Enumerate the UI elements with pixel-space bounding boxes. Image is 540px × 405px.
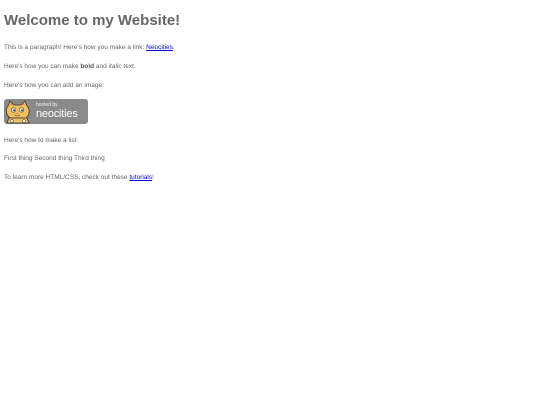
intro-paragraph: This is a paragraph! Here's how you make… (4, 44, 175, 52)
tutorials-end: ! (152, 174, 154, 181)
neocities-cat-icon (5, 100, 30, 124)
tutorials-link[interactable]: tutorials (129, 174, 152, 181)
neocities-link[interactable]: Neocities (146, 44, 173, 51)
bold-text: bold (80, 63, 95, 70)
list-heading-paragraph: Here's how to make a list: (4, 137, 79, 144)
italic-text: italic (108, 63, 122, 70)
list-item: Second thing (34, 155, 73, 162)
list-item: First thing (4, 155, 33, 162)
formatting-text-1: Here's how you can make (4, 63, 81, 70)
neocities-brand-text: neocities (36, 108, 78, 120)
intro-text: This is a paragraph! Here's how you make… (4, 44, 147, 51)
list: First thing Second thing Third thing (4, 155, 105, 163)
page-title: Welcome to my Website! (4, 12, 181, 29)
formatting-text-2: and (94, 63, 109, 70)
formatting-text-3: text. (121, 63, 136, 70)
image-paragraph: Here's how you can add an image: (4, 82, 104, 89)
hosted-by-neocities-image: hosted by neocities (4, 99, 88, 124)
intro-end: . (172, 44, 175, 51)
formatting-paragraph: Here's how you can make bold and italic … (4, 63, 136, 71)
tutorials-paragraph: To learn more HTML/CSS, check out these … (4, 174, 154, 182)
tutorials-text: To learn more HTML/CSS, check out these (4, 174, 130, 181)
list-item: Third thing (74, 155, 105, 162)
